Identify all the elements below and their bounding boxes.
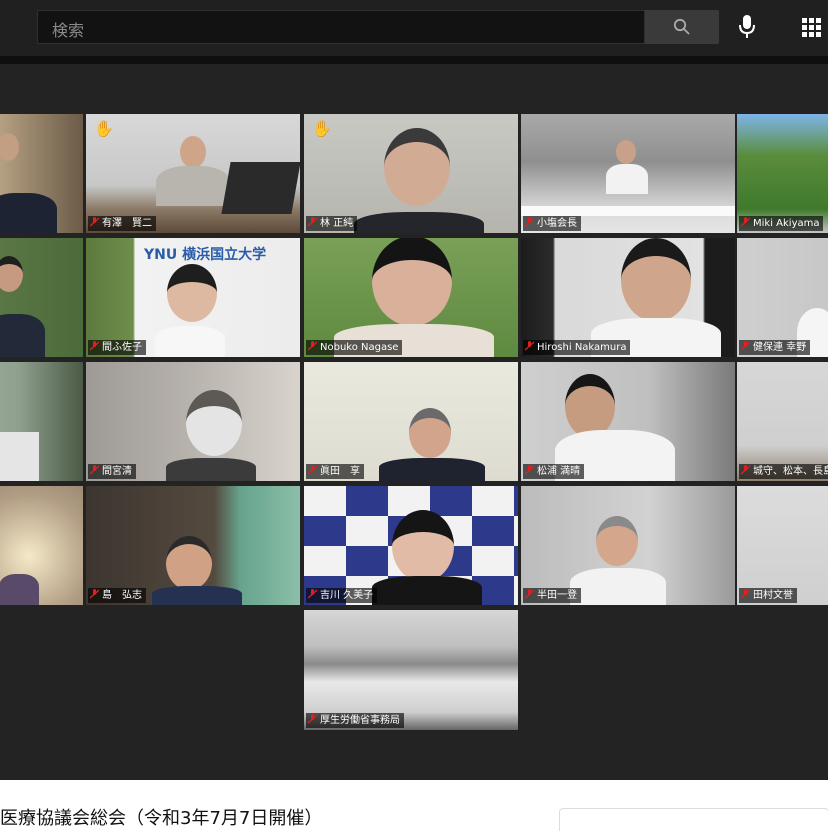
participant-name-label: 吉川 久美子 — [306, 588, 378, 603]
participant-tile — [0, 486, 83, 605]
muted-mic-icon — [89, 217, 100, 227]
muted-mic-icon — [307, 589, 318, 599]
search-button[interactable] — [645, 10, 719, 44]
participant-tile: 島 弘志 — [86, 486, 300, 605]
muted-mic-icon — [740, 341, 751, 351]
raised-hand-icon: ✋ — [312, 119, 332, 138]
participant-name-label: 間ふ佐子 — [88, 340, 146, 355]
search-icon — [673, 18, 690, 35]
muted-mic-icon — [524, 465, 535, 475]
muted-mic-icon — [740, 217, 751, 227]
participant-tile: 間宮清 — [86, 362, 300, 481]
participant-tile: 健保連 幸野 — [737, 238, 828, 357]
participant-name-label: 松浦 満晴 — [523, 464, 585, 479]
participant-tile: Miki Akiyama — [737, 114, 828, 233]
search-input[interactable]: 検索 — [52, 17, 84, 41]
participant-name-label: 眞田 享 — [306, 464, 364, 479]
participant-tile: Nobuko Nagase — [304, 238, 518, 357]
participant-name-label: 健保連 幸野 — [739, 340, 811, 355]
participant-tile: 城守、松本、長島 — [737, 362, 828, 481]
top-bar: 検索 — [0, 0, 828, 56]
participant-name-label: 半田一登 — [523, 588, 581, 603]
participant-name-label: 小塩会長 — [523, 216, 581, 231]
participant-name-label: 有澤 賢二 — [88, 216, 156, 231]
video-title: 医療協議会総会（令和3年7月7日開催） — [0, 808, 323, 829]
participant-name-label: 間宮清 — [88, 464, 136, 479]
muted-mic-icon — [307, 714, 318, 724]
muted-mic-icon — [307, 217, 318, 227]
muted-mic-icon — [524, 589, 535, 599]
search-box[interactable]: 検索 — [37, 10, 645, 44]
microphone-icon — [739, 15, 755, 38]
muted-mic-icon — [89, 465, 100, 475]
participant-tile: 半田一登 — [521, 486, 735, 605]
muted-mic-icon — [307, 465, 318, 475]
participant-tile: 小塩会長 — [521, 114, 735, 233]
muted-mic-icon — [307, 341, 318, 351]
video-player[interactable]: ✋ 有澤 賢二 ✋ 林 正純 小塩会長 Miki Akiyama YNU 横浜国 — [0, 64, 828, 780]
muted-mic-icon — [524, 217, 535, 227]
participant-tile: 眞田 享 — [304, 362, 518, 481]
participant-tile — [0, 114, 83, 233]
participant-name-label: 林 正純 — [306, 216, 358, 231]
muted-mic-icon — [740, 465, 751, 475]
muted-mic-icon — [89, 341, 100, 351]
muted-mic-icon — [524, 341, 535, 351]
participant-tile: ✋ 有澤 賢二 — [86, 114, 300, 233]
participant-name-label: Hiroshi Nakamura — [523, 340, 631, 355]
participant-tile: YNU 横浜国立大学 間ふ佐子 — [86, 238, 300, 357]
participant-tile: 田村文誉 — [737, 486, 828, 605]
participant-name-label: 島 弘志 — [88, 588, 146, 603]
participant-name-label: Nobuko Nagase — [306, 340, 403, 355]
participant-name-label: Miki Akiyama — [739, 216, 824, 231]
participant-tile: ✋ 林 正純 — [304, 114, 518, 233]
muted-mic-icon — [740, 589, 751, 599]
participant-name-label: 城守、松本、長島 — [739, 464, 828, 479]
muted-mic-icon — [89, 589, 100, 599]
participant-name-label: 田村文誉 — [739, 588, 797, 603]
participant-tile — [0, 362, 83, 481]
divider — [0, 56, 828, 64]
raised-hand-icon: ✋ — [94, 119, 114, 138]
participant-tile — [0, 238, 83, 357]
participant-tile: 松浦 満晴 — [521, 362, 735, 481]
participant-tile: Hiroshi Nakamura — [521, 238, 735, 357]
participant-tile: 吉川 久美子 — [304, 486, 518, 605]
participant-name-label: 厚生労働省事務局 — [306, 713, 404, 728]
participant-tile: 厚生労働省事務局 — [304, 610, 518, 730]
microphone-button[interactable] — [734, 12, 760, 42]
apps-button[interactable] — [798, 14, 824, 40]
apps-grid-icon — [802, 18, 821, 37]
